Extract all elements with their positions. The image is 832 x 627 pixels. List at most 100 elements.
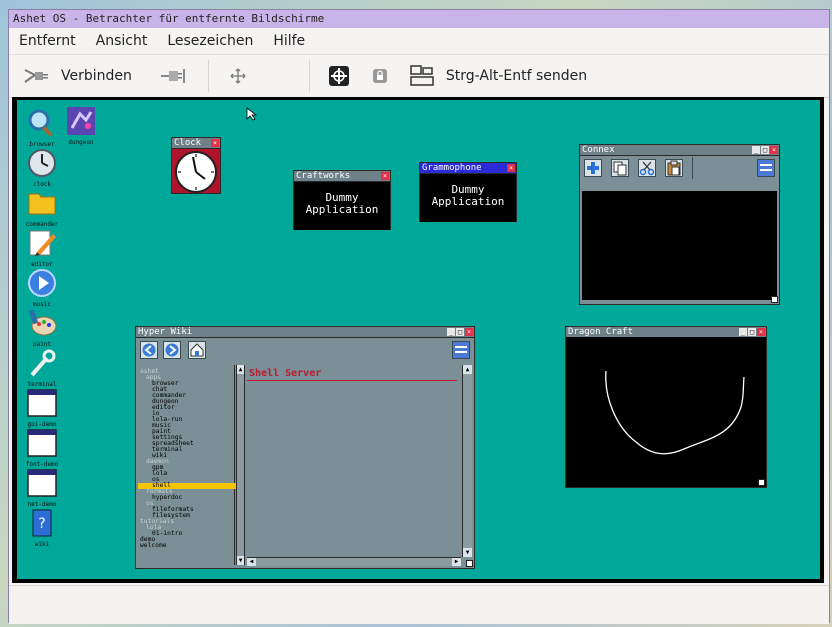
close-icon[interactable]: × (381, 172, 389, 180)
remote-display[interactable]: browser dungeon clock commander editor m… (12, 97, 824, 583)
resize-handle[interactable] (771, 296, 778, 303)
connex-window[interactable]: Connex _ □ × (579, 144, 780, 305)
minimize-icon[interactable]: _ (752, 146, 760, 154)
desktop-icon-terminal[interactable]: terminal (22, 348, 62, 388)
scroll-up-icon[interactable]: ▲ (237, 365, 244, 374)
minimize-icon[interactable]: _ (739, 328, 747, 336)
plug-disconnect-icon (160, 69, 185, 83)
window-title: Clock (174, 138, 202, 148)
window-titlebar[interactable]: Hyper Wiki _ □ × (136, 327, 474, 338)
window-title: Dragon Craft (568, 327, 634, 337)
disconnect-button[interactable] (160, 66, 186, 86)
home-button[interactable] (188, 341, 206, 359)
clipboard-icon (667, 160, 681, 176)
paste-button[interactable] (665, 159, 683, 177)
icon-label: paint (32, 341, 52, 348)
close-icon[interactable]: × (507, 164, 515, 172)
sidebar-scrollbar[interactable]: ▲ ▼ (236, 365, 245, 565)
menu-bar: Entfernt Ansicht Lesezeichen Hilfe (9, 28, 829, 55)
close-icon[interactable]: × (465, 328, 473, 336)
craftworks-window[interactable]: Craftworks × Dummy Application (293, 170, 391, 230)
icon-label: browser (29, 141, 55, 148)
copy-icon (613, 161, 627, 176)
desktop-icon-music[interactable]: music (22, 268, 62, 308)
svg-text:?: ? (38, 516, 45, 532)
tree-item[interactable]: welcome (140, 542, 244, 549)
menu-remote[interactable]: Entfernt (19, 33, 76, 49)
desktop-icon-clock[interactable]: clock (22, 148, 62, 188)
resize-handle[interactable] (758, 479, 765, 486)
remote-viewer-window: Ashet OS - Betrachter für entfernte Bild… (8, 9, 830, 624)
desktop-icon-browser[interactable]: browser (22, 108, 62, 148)
content-scrollbar[interactable]: ▲ ▼ (462, 365, 472, 557)
dragoncraft-window[interactable]: Dragon Craft _ □ × (565, 326, 767, 488)
close-icon[interactable]: × (211, 139, 219, 147)
usb-button[interactable] (328, 65, 350, 87)
icon-label: font-demo (25, 461, 59, 468)
wrench-icon (30, 349, 56, 377)
window-titlebar[interactable]: Clock × (172, 138, 220, 149)
menu-view[interactable]: Ansicht (96, 33, 148, 49)
keyboard-windows-icon (410, 65, 434, 86)
close-icon[interactable]: × (757, 328, 765, 336)
plug-icon (24, 69, 48, 83)
clock-window[interactable]: Clock × (171, 137, 221, 194)
add-button[interactable] (584, 159, 602, 177)
drawn-curve (605, 370, 745, 455)
window-icon (27, 429, 57, 457)
desktop-icon-commander[interactable]: commander (22, 188, 62, 228)
menu-help[interactable]: Hilfe (273, 33, 305, 49)
clock-icon (28, 149, 56, 177)
hyperwiki-window[interactable]: Hyper Wiki _ □ × ashet apps browser chat comma… (135, 326, 475, 569)
icon-label: clock (32, 181, 52, 188)
window-titlebar[interactable]: Craftworks × (294, 171, 390, 182)
close-icon[interactable]: × (770, 146, 778, 154)
forward-button[interactable] (163, 341, 181, 359)
scroll-up-icon[interactable]: ▲ (463, 365, 472, 374)
folder-icon (28, 193, 56, 215)
fullscreen-button[interactable] (229, 67, 247, 85)
maximize-icon[interactable]: □ (748, 328, 756, 336)
horizontal-scrollbar[interactable]: ◀ ▶ (247, 557, 461, 566)
lock-button[interactable] (372, 68, 388, 84)
dragoncraft-canvas[interactable] (566, 337, 766, 487)
play-icon (28, 269, 56, 297)
scroll-down-icon[interactable]: ▼ (463, 548, 472, 557)
maximize-icon[interactable]: □ (761, 146, 769, 154)
grammophone-window[interactable]: Grammophone × Dummy Application (419, 162, 517, 222)
icon-label: wiki (34, 541, 50, 548)
scroll-left-icon[interactable]: ◀ (247, 558, 256, 566)
wiki-tree[interactable]: ashet apps browser chat commander dungeon edit… (138, 368, 244, 549)
window-titlebar[interactable]: Grammophone × (420, 163, 516, 174)
maximize-icon[interactable]: □ (456, 328, 464, 336)
connect-button[interactable]: Verbinden (23, 66, 132, 86)
send-ctrl-alt-del-button[interactable]: Strg-Alt-Entf senden (410, 65, 587, 87)
desktop-icon-dungeon[interactable]: dungeon (61, 106, 101, 146)
menu-button[interactable] (452, 341, 470, 359)
status-bar (9, 585, 829, 624)
desktop-icon-paint[interactable]: paint (22, 308, 62, 348)
magnifier-icon (28, 109, 53, 137)
desktop-icon-font-demo[interactable]: font-demo (22, 428, 62, 468)
desktop-icon-net-demo[interactable]: net-demo (22, 468, 62, 508)
scroll-right-icon[interactable]: ▶ (452, 558, 461, 566)
lock-icon (372, 69, 387, 83)
back-button[interactable] (140, 341, 158, 359)
move-arrows-icon (230, 68, 246, 84)
menu-button[interactable] (757, 159, 775, 177)
pencil-icon (29, 230, 56, 256)
mouse-cursor-icon (246, 107, 258, 121)
usb-redirect-icon (328, 66, 349, 86)
dummy-text-line2: Application (431, 195, 505, 208)
copy-button[interactable] (611, 159, 629, 177)
resize-handle[interactable] (466, 560, 473, 567)
desktop-icon-gui-demo[interactable]: gui-demo (22, 388, 62, 428)
scroll-down-icon[interactable]: ▼ (237, 556, 244, 565)
window-titlebar[interactable]: Connex _ □ × (580, 145, 779, 156)
menu-bookmarks[interactable]: Lesezeichen (167, 33, 253, 49)
cut-button[interactable] (638, 159, 656, 177)
minimize-icon[interactable]: _ (447, 328, 455, 336)
desktop-icon-editor[interactable]: editor (22, 228, 62, 268)
desktop-icon-wiki[interactable]: ? wiki (22, 508, 62, 548)
ashet-desktop[interactable]: browser dungeon clock commander editor m… (17, 100, 820, 579)
